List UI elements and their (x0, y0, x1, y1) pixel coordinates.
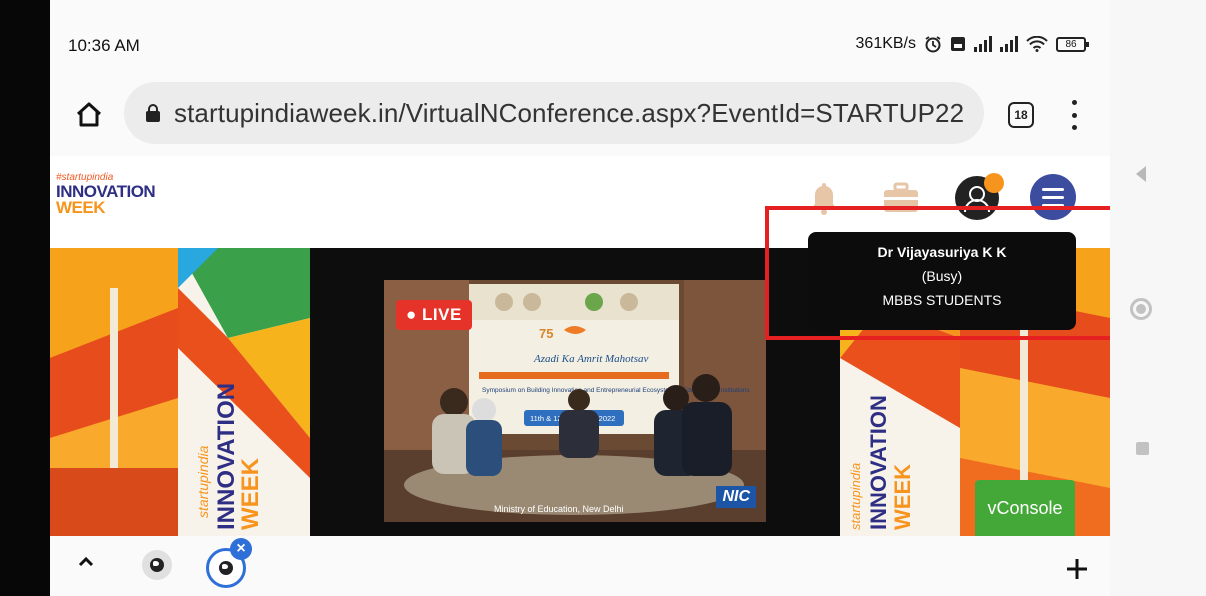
nic-logo-badge: NIC (716, 486, 756, 508)
vconsole-button[interactable]: vConsole (975, 480, 1075, 536)
alarm-icon (925, 36, 941, 53)
home-circle-icon[interactable] (1130, 298, 1152, 320)
left-bezel (0, 0, 50, 596)
tab-switcher-icon[interactable]: 18 (1008, 102, 1034, 128)
banner-startupindia-text: startupindia (195, 445, 211, 518)
home-icon[interactable] (74, 100, 104, 130)
lock-icon (146, 104, 160, 122)
battery-level: 86 (1065, 38, 1077, 50)
left-decor-banner (50, 248, 178, 536)
battery-icon: 86 (1056, 36, 1089, 52)
back-icon[interactable] (1136, 166, 1146, 182)
status-bar: 10:36 AM 361KB/s 86 (50, 0, 1110, 76)
notification-dot (984, 173, 1004, 193)
status-time: 10:36 AM (68, 36, 140, 55)
globe-icon (150, 558, 164, 572)
svg-text:startupindia: startupindia (848, 463, 863, 530)
live-badge: ● LIVE (396, 300, 472, 330)
banner-week-text: WEEK (237, 457, 264, 530)
status-indicators: 361KB/s 86 (855, 35, 1089, 53)
signal-icon (1000, 36, 1018, 52)
svg-text:WEEK: WEEK (890, 464, 915, 530)
live-label: LIVE (422, 305, 462, 324)
browser-toolbar: startupindiaweek.in/VirtualNConference.a… (50, 76, 1110, 156)
tab-globe-1[interactable] (142, 550, 172, 580)
video-azadi-text: Azadi Ka Amrit Mahotsav (533, 353, 649, 365)
live-video-player[interactable]: 75 Azadi Ka Amrit Mahotsav Symposium on … (384, 280, 766, 522)
phone-screen: 10:36 AM 361KB/s 86 startupindiaweek.in/… (50, 0, 1110, 596)
recents-icon[interactable] (1136, 442, 1149, 455)
wifi-icon (1026, 36, 1048, 52)
video-caption: Ministry of Education, New Delhi (494, 504, 624, 514)
network-speed: 361KB/s (855, 35, 916, 52)
plus-icon[interactable] (1064, 556, 1090, 582)
svg-text:INNOVATION: INNOVATION (866, 395, 891, 530)
address-bar[interactable]: startupindiaweek.in/VirtualNConference.a… (124, 82, 984, 144)
close-icon[interactable]: × (230, 538, 252, 560)
innovation-week-logo[interactable]: #startupindia INNOVATION WEEK (56, 172, 166, 242)
caret-up-icon[interactable] (76, 552, 96, 572)
bottom-tab-bar: × (50, 536, 1110, 596)
more-vert-icon[interactable] (1068, 100, 1080, 130)
banner-innovation-text: INNOVATION (213, 383, 240, 530)
tab-count: 18 (1014, 108, 1028, 122)
globe-icon (219, 561, 233, 575)
left-startup-banner: startupindia INNOVATION WEEK (178, 248, 310, 536)
android-nav-bar (1110, 0, 1206, 596)
logo-line2: WEEK (56, 198, 106, 217)
annotation-highlight-box (765, 206, 1110, 340)
svg-text:75: 75 (539, 326, 553, 341)
signal-icon (974, 36, 992, 52)
url-text[interactable]: startupindiaweek.in/VirtualNConference.a… (174, 98, 964, 129)
sim-icon (951, 37, 965, 51)
